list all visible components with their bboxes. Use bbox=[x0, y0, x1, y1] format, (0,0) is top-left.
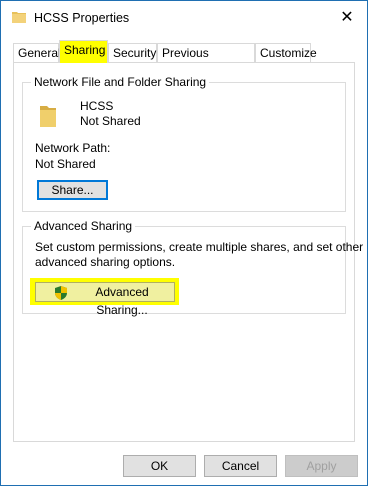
folder-icon bbox=[12, 12, 26, 23]
folder-status: Not Shared bbox=[80, 114, 141, 128]
close-icon: ✕ bbox=[340, 9, 354, 26]
network-sharing-title: Network File and Folder Sharing bbox=[31, 75, 210, 89]
tab-sharing[interactable]: Sharing bbox=[59, 40, 108, 63]
network-path-value: Not Shared bbox=[35, 157, 96, 171]
advanced-sharing-title: Advanced Sharing bbox=[31, 219, 136, 233]
network-sharing-group: Network File and Folder Sharing HCSS Not… bbox=[22, 75, 346, 212]
tab-security[interactable]: Security bbox=[108, 43, 157, 62]
advanced-sharing-button-label: Advanced Sharing... bbox=[95, 285, 149, 317]
share-button[interactable]: Share... bbox=[37, 180, 108, 200]
advanced-sharing-description-line2: advanced sharing options. bbox=[35, 255, 176, 269]
title-bar: HCSS Properties ✕ bbox=[1, 1, 367, 35]
advanced-sharing-group: Advanced Sharing Set custom permissions,… bbox=[22, 219, 363, 317]
sharing-panel: Network File and Folder Sharing HCSS Not… bbox=[13, 62, 363, 442]
tab-customize[interactable]: Customize bbox=[255, 43, 317, 62]
ok-button[interactable]: OK bbox=[123, 455, 196, 477]
apply-button[interactable]: Apply bbox=[285, 455, 358, 477]
tab-previous-versions[interactable]: Previous Versions bbox=[157, 43, 255, 78]
advanced-sharing-description-line1: Set custom permissions, create multiple … bbox=[35, 240, 364, 254]
advanced-sharing-button[interactable]: Advanced Sharing... bbox=[35, 282, 175, 317]
tab-strip: General Sharing Security Previous Versio… bbox=[13, 40, 353, 78]
cancel-button[interactable]: Cancel bbox=[204, 455, 277, 477]
network-path-label: Network Path: bbox=[35, 141, 111, 155]
uac-shield-icon bbox=[55, 286, 67, 300]
window-title: HCSS Properties bbox=[34, 11, 130, 25]
tab-general[interactable]: General bbox=[13, 43, 61, 62]
close-button[interactable]: ✕ bbox=[333, 5, 361, 31]
folder-icon bbox=[40, 106, 56, 127]
folder-name: HCSS bbox=[80, 99, 114, 113]
properties-window: HCSS Properties ✕ General Sharing Securi… bbox=[0, 0, 368, 486]
